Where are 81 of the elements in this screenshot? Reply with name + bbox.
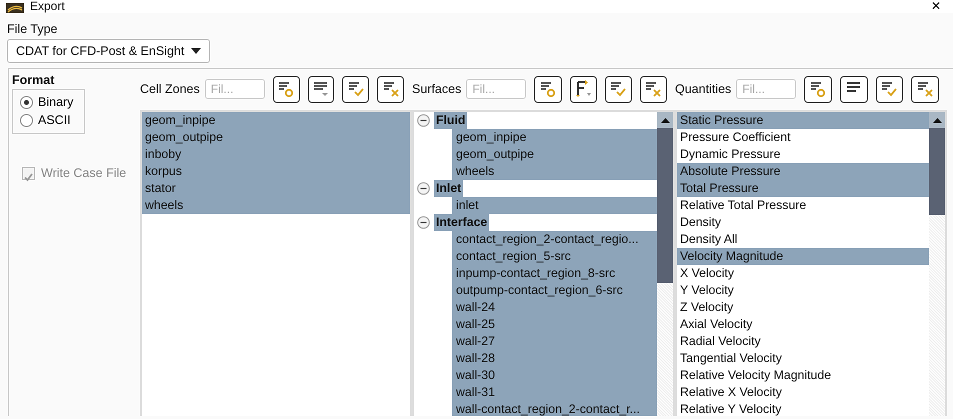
select-all-button[interactable]: [342, 76, 370, 102]
tree-group[interactable]: Fluid: [434, 112, 468, 129]
tree-group[interactable]: Inlet: [434, 180, 464, 197]
select-highlighted-button[interactable]: [272, 76, 300, 102]
filter-field[interactable]: Fil...: [736, 79, 796, 99]
check-icon: [23, 172, 34, 184]
file-type-label: File Type: [7, 22, 58, 37]
select-all-button[interactable]: [604, 76, 632, 102]
list-item[interactable]: Dynamic Pressure: [677, 146, 929, 163]
filter-field[interactable]: Fil...: [204, 79, 265, 99]
select-highlighted-button[interactable]: [534, 76, 562, 102]
panel-label: Quantities: [675, 80, 732, 98]
list-item[interactable]: geom_outpipe: [142, 129, 410, 146]
list-item[interactable]: wheels: [142, 197, 410, 214]
sort-button[interactable]: [308, 76, 334, 102]
collapse-icon[interactable]: [417, 182, 430, 195]
list-item[interactable]: stator: [142, 180, 410, 197]
list-item[interactable]: geom_inpipe: [142, 112, 410, 129]
tree-item[interactable]: geom_outpipe: [452, 146, 657, 163]
panel-label: Surfaces: [412, 80, 462, 98]
collapse-icon[interactable]: [417, 114, 430, 127]
list-item[interactable]: Density: [677, 214, 929, 231]
radio-option[interactable]: Binary: [13, 93, 74, 111]
tree-item[interactable]: outpump-contact_region_6-src: [452, 282, 657, 299]
tree-item[interactable]: wall-24: [452, 299, 657, 316]
scroll-up-icon[interactable]: [660, 118, 670, 122]
list-item[interactable]: Density All: [677, 231, 929, 248]
tree-item[interactable]: inlet: [452, 197, 657, 214]
format-label: Format: [12, 73, 56, 88]
list-item[interactable]: Tangential Velocity: [677, 350, 929, 367]
deselect-all-button[interactable]: [377, 76, 404, 102]
tree-item[interactable]: wall-28: [452, 350, 657, 367]
list-lines-button[interactable]: [840, 76, 868, 102]
app-logo-icon: [6, 3, 24, 13]
list-item[interactable]: Total Pressure: [677, 180, 929, 197]
filter-field[interactable]: Fil...: [466, 79, 526, 99]
tree-item[interactable]: wall-31: [452, 384, 657, 401]
select-all-icon: [879, 79, 900, 99]
select-all-button[interactable]: [876, 76, 904, 102]
tree-item[interactable]: wall-30: [452, 367, 657, 384]
scrollbar[interactable]: [929, 112, 945, 416]
window-title: Export: [30, 0, 65, 13]
list-item[interactable]: Relative Total Pressure: [677, 197, 929, 214]
tree-item[interactable]: contact_region_5-src: [452, 248, 657, 265]
tree-group[interactable]: Interface: [434, 214, 490, 231]
deselect-all-button[interactable]: [911, 76, 939, 102]
select-all-icon: [608, 79, 628, 99]
file-type-dropdown[interactable]: CDAT for CFD-Post & EnSight: [7, 39, 210, 63]
select-highlighted-button[interactable]: [804, 76, 832, 102]
deselect-all-button[interactable]: [640, 76, 667, 102]
list-item[interactable]: Pressure Coefficient: [677, 129, 929, 146]
tree-item[interactable]: geom_inpipe: [452, 129, 657, 146]
caret-icon: [191, 48, 201, 54]
tree-item[interactable]: wall-25: [452, 316, 657, 333]
deselect-all-icon: [643, 79, 664, 99]
list-item[interactable]: Relative Velocity Magnitude: [677, 367, 929, 384]
tree-item[interactable]: wall-27: [452, 333, 657, 350]
deselect-all-icon: [915, 79, 936, 99]
list-item[interactable]: korpus: [142, 163, 410, 180]
list-item[interactable]: Axial Velocity: [677, 316, 929, 333]
tree-item[interactable]: contact_region_2-contact_regio...: [452, 231, 657, 248]
group-button[interactable]: [570, 76, 597, 102]
list-item[interactable]: X Velocity: [677, 265, 929, 282]
tree-item[interactable]: wall-contact_region_2-contact_r...: [452, 401, 657, 416]
tree-item[interactable]: wheels: [452, 163, 657, 180]
list-item[interactable]: Y Velocity: [677, 282, 929, 299]
list-item[interactable]: Relative X Velocity: [677, 384, 929, 401]
close-button[interactable]: ✕: [927, 0, 945, 13]
collapse-icon[interactable]: [417, 216, 430, 229]
list-item[interactable]: Radial Velocity: [677, 333, 929, 350]
list-item[interactable]: Relative Y Velocity: [677, 401, 929, 416]
list-item[interactable]: Velocity Magnitude: [677, 248, 929, 265]
scrollbar[interactable]: [657, 112, 673, 416]
list-item[interactable]: inboby: [142, 146, 410, 163]
list-item[interactable]: Z Velocity: [677, 299, 929, 316]
tree-item[interactable]: inpump-contact_region_8-src: [452, 265, 657, 282]
panel-label: Cell Zones: [140, 80, 200, 98]
radio-option[interactable]: ASCII: [13, 111, 71, 129]
scroll-up-icon[interactable]: [932, 118, 942, 122]
list-item[interactable]: Static Pressure: [677, 112, 929, 129]
list-item[interactable]: Absolute Pressure: [677, 163, 929, 180]
